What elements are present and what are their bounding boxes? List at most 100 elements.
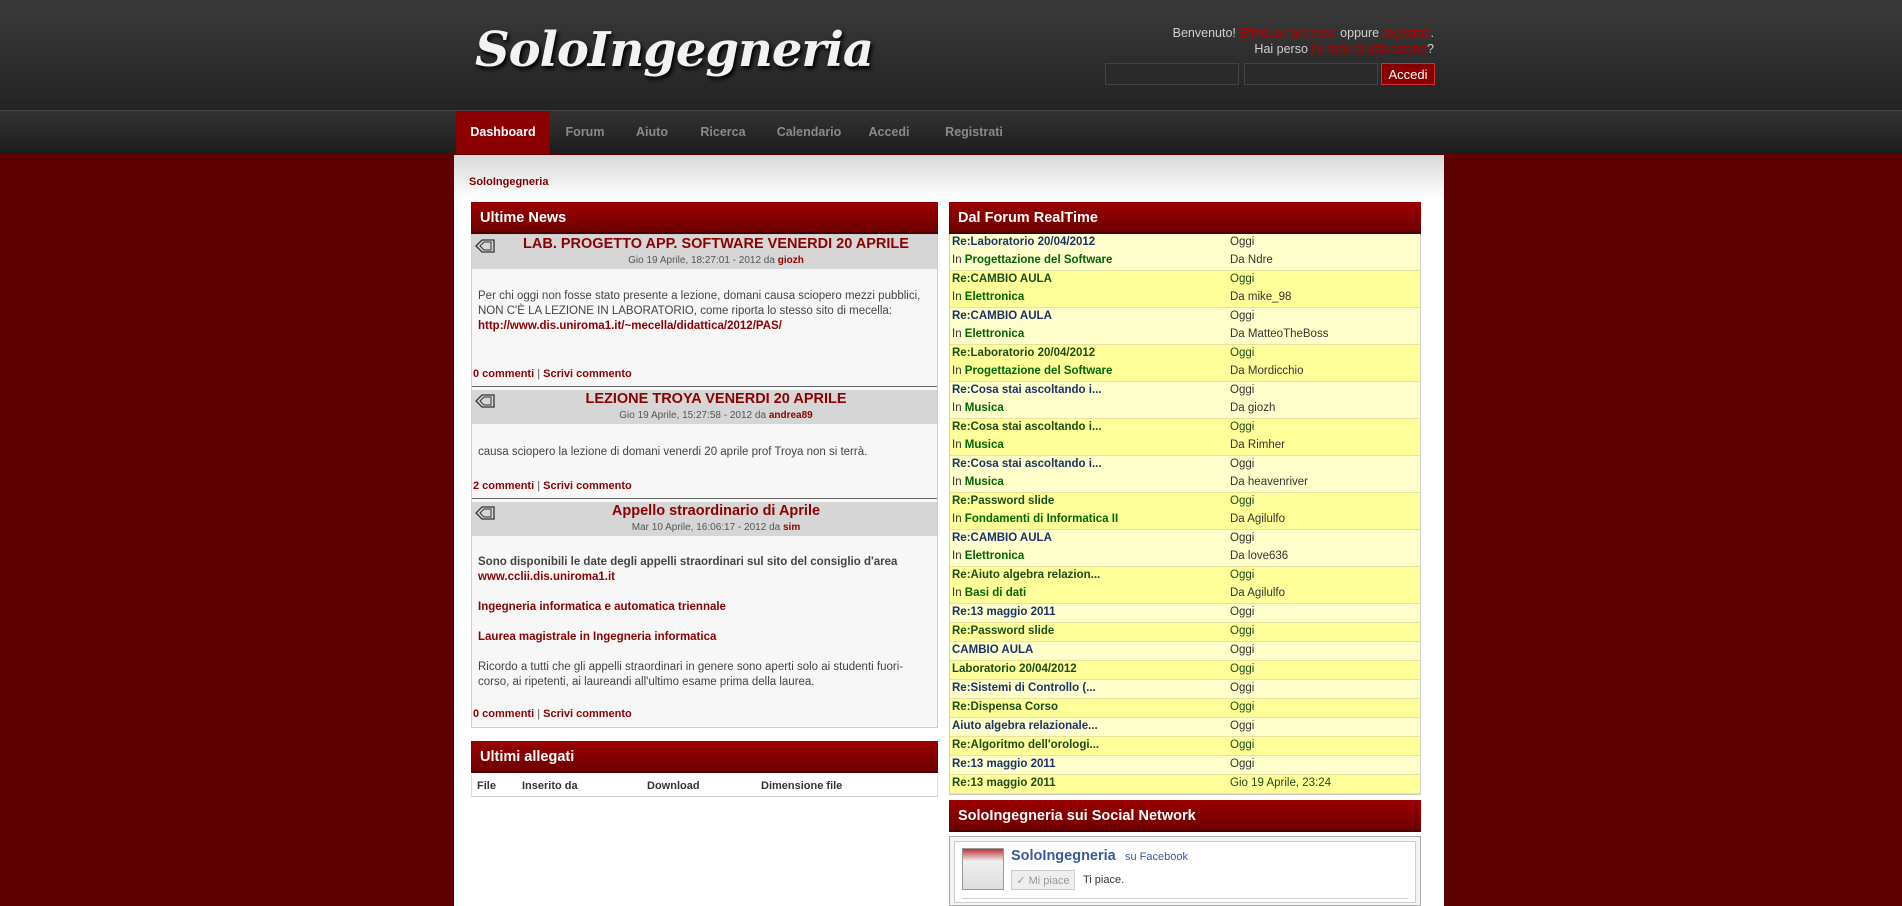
comments-link[interactable]: 0 commenti <box>473 368 534 380</box>
news-author[interactable]: sim <box>783 522 800 533</box>
post-user: Da love636 <box>1230 550 1288 562</box>
post-date: Oggi <box>1230 644 1255 656</box>
social-heading: SoloIngegneria sui Social Network <box>949 800 1421 832</box>
nav-ricerca[interactable]: Ricerca <box>692 111 754 154</box>
username[interactable]: Agilulfo <box>1247 587 1285 599</box>
topic-link[interactable]: Re:Sistemi di Controllo (... <box>952 682 1096 694</box>
topic-link[interactable]: Re:Cosa stai ascoltando i... <box>952 458 1102 470</box>
topic-link[interactable]: Re:Password slide <box>952 495 1054 507</box>
register-link[interactable]: registrati <box>1383 26 1431 40</box>
topic-link[interactable]: CAMBIO AULA <box>952 644 1033 656</box>
site-logo[interactable]: SoloIngegneria <box>475 22 874 78</box>
topic-link[interactable]: Re:Laboratorio 20/04/2012 <box>952 236 1095 248</box>
facebook-likebox: SoloIngegneria su Facebook ✓ Mi piace Ti… <box>954 841 1416 903</box>
column-header[interactable]: File <box>477 780 496 792</box>
news-link-triennale[interactable]: Ingegneria informatica e automatica trie… <box>478 601 726 613</box>
username[interactable]: giozh <box>1248 402 1276 414</box>
lost-suffix: ? <box>1427 42 1434 56</box>
topic-link[interactable]: Re:Aiuto algebra relazion... <box>952 569 1100 581</box>
news-title[interactable]: LAB. PROGETTO APP. SOFTWARE VENERDI 20 A… <box>496 236 936 252</box>
username[interactable]: mike_98 <box>1248 291 1291 303</box>
username[interactable]: Mordicchio <box>1248 365 1304 377</box>
board-link[interactable]: Musica <box>965 402 1004 414</box>
news-title[interactable]: Appello straordinario di Aprile <box>496 503 936 519</box>
news-author[interactable]: giozh <box>778 255 804 266</box>
username[interactable]: Rimher <box>1248 439 1285 451</box>
topic-link[interactable]: Re:Laboratorio 20/04/2012 <box>952 347 1095 359</box>
post-date: Oggi <box>1230 384 1255 396</box>
board-link[interactable]: Basi di dati <box>965 587 1026 599</box>
nav-dashboard[interactable]: Dashboard <box>456 111 550 154</box>
login-link[interactable]: Effettua l'accesso <box>1239 26 1336 40</box>
nav-accedi[interactable]: Accedi <box>864 111 914 154</box>
post-user: Da Agilulfo <box>1230 587 1285 599</box>
comments-link[interactable]: 2 commenti <box>473 480 534 492</box>
realtime-row: CAMBIO AULA Oggi <box>950 642 1420 661</box>
column-header[interactable]: Download <box>647 780 700 792</box>
nav-forum[interactable]: Forum <box>557 111 613 154</box>
realtime-row: Re:Aiuto algebra relazion... In Basi di d… <box>950 567 1420 604</box>
board-link[interactable]: Elettronica <box>965 291 1024 303</box>
username[interactable]: Ndre <box>1248 254 1273 266</box>
news-text: Per chi oggi non fosse stato presente a … <box>478 290 921 317</box>
topic-link[interactable]: Re:13 maggio 2011 <box>952 606 1056 618</box>
nav-calendario[interactable]: Calendario <box>769 111 849 154</box>
post-user: Da Mordicchio <box>1230 365 1304 377</box>
breadcrumb[interactable]: SoloIngegneria <box>469 176 548 188</box>
nav-aiuto[interactable]: Aiuto <box>627 111 677 154</box>
board-link[interactable]: Elettronica <box>965 328 1024 340</box>
comments-link[interactable]: 0 commenti <box>473 708 534 720</box>
topic-link[interactable]: Re:CAMBIO AULA <box>952 273 1052 285</box>
topic-link[interactable]: Laboratorio 20/04/2012 <box>952 663 1077 675</box>
write-comment-link[interactable]: Scrivi commento <box>543 708 632 720</box>
board-label: In Elettronica <box>952 550 1024 562</box>
topic-link[interactable]: Aiuto algebra relazionale... <box>952 720 1098 732</box>
nav-registrati[interactable]: Registrati <box>935 111 1013 154</box>
topic-link[interactable]: Re:Cosa stai ascoltando i... <box>952 384 1102 396</box>
board-link[interactable]: Musica <box>965 439 1004 451</box>
page-thumbnail[interactable] <box>962 848 1004 890</box>
topic-link[interactable]: Re:CAMBIO AULA <box>952 310 1052 322</box>
topic-link[interactable]: Re:13 maggio 2011 <box>952 758 1056 770</box>
activation-email-link[interactable]: l'e-mail di attivazione <box>1311 42 1427 56</box>
facebook-page-name[interactable]: SoloIngegneria <box>1011 848 1116 864</box>
topic-link[interactable]: Re:Dispensa Corso <box>952 701 1058 713</box>
column-header[interactable]: Inserito da <box>522 780 578 792</box>
news-link[interactable]: http://www.dis.uniroma1.it/~mecella/dida… <box>478 320 782 332</box>
username[interactable]: Agilulfo <box>1247 513 1285 525</box>
news-link[interactable]: www.cclii.dis.uniroma1.it <box>478 571 615 583</box>
username[interactable]: MatteoTheBoss <box>1248 328 1329 340</box>
username[interactable]: love636 <box>1248 550 1288 562</box>
board-link[interactable]: Progettazione del Software <box>965 254 1113 266</box>
topic-link[interactable]: Re:CAMBIO AULA <box>952 532 1052 544</box>
news-body: Per chi oggi non fosse stato presente a … <box>478 289 923 334</box>
username[interactable]: heavenriver <box>1248 476 1308 488</box>
news-link-magistrale[interactable]: Laurea magistrale in Ingegneria informat… <box>478 631 716 643</box>
board-link[interactable]: Elettronica <box>965 550 1024 562</box>
in-label: In <box>952 513 965 525</box>
realtime-row: Re:Password slide Oggi <box>950 623 1420 642</box>
realtime-row: Re:Sistemi di Controllo (... Oggi <box>950 680 1420 699</box>
board-link[interactable]: Musica <box>965 476 1004 488</box>
post-user: Da mike_98 <box>1230 291 1291 303</box>
column-header[interactable]: Dimensione file <box>761 780 842 792</box>
topic-link[interactable]: Re:Password slide <box>952 625 1054 637</box>
realtime-row: Re:Algoritmo dell'orologi... Oggi <box>950 737 1420 756</box>
write-comment-link[interactable]: Scrivi commento <box>543 480 632 492</box>
login-button[interactable]: Accedi <box>1381 63 1435 85</box>
post-user: Da Rimher <box>1230 439 1285 451</box>
topic-link[interactable]: Re:13 maggio 2011 <box>952 777 1056 789</box>
board-link[interactable]: Fondamenti di Informatica II <box>965 513 1118 525</box>
write-comment-link[interactable]: Scrivi commento <box>543 368 632 380</box>
topic-link[interactable]: Re:Cosa stai ascoltando i... <box>952 421 1102 433</box>
news-title[interactable]: LEZIONE TROYA VENERDI 20 APRILE <box>496 391 936 407</box>
like-button[interactable]: ✓ Mi piace <box>1011 870 1075 890</box>
username-input[interactable] <box>1105 63 1239 85</box>
main-content: SoloIngegneria Ultime News LAB. PROGETTO… <box>454 155 1444 906</box>
topic-link[interactable]: Re:Algoritmo dell'orologi... <box>952 739 1099 751</box>
board-link[interactable]: Progettazione del Software <box>965 365 1113 377</box>
news-meta: Mar 10 Aprile, 16:06:17 - 2012 da sim <box>496 522 936 533</box>
facebook-link[interactable]: su Facebook <box>1125 851 1188 863</box>
news-author[interactable]: andrea89 <box>769 410 813 421</box>
password-input[interactable] <box>1244 63 1378 85</box>
